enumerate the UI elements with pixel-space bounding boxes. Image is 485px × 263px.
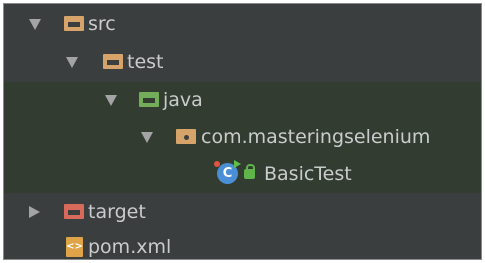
tree-node-pom[interactable]: <> pom.xml	[4, 229, 481, 259]
run-badge-icon	[234, 160, 241, 168]
folder-icon	[64, 16, 84, 31]
tree-node-label: java	[163, 89, 203, 111]
excluded-folder-icon	[64, 204, 84, 219]
package-icon	[176, 129, 196, 144]
project-tree: src test java com.masteringselenium C Ba…	[3, 3, 482, 260]
tree-node-package[interactable]: com.masteringselenium	[4, 119, 481, 156]
folder-icon	[103, 54, 123, 69]
chevron-down-icon[interactable]	[141, 132, 153, 143]
tree-node-label: pom.xml	[88, 236, 172, 258]
tree-node-test[interactable]: test	[4, 44, 481, 81]
xml-file-icon: <>	[66, 237, 83, 257]
java-class-icon: C	[214, 160, 241, 184]
tree-node-class[interactable]: C BasicTest	[4, 156, 481, 193]
tree-node-label: src	[88, 13, 116, 35]
test-badge-icon	[214, 161, 220, 167]
chevron-down-icon[interactable]	[29, 19, 41, 30]
class-icon-glyph: C	[222, 166, 233, 181]
lock-icon	[244, 164, 255, 179]
tree-node-label: com.masteringselenium	[201, 126, 431, 148]
test-folder-icon	[139, 92, 159, 107]
chevron-down-icon[interactable]	[105, 95, 117, 106]
chevron-right-icon[interactable]	[29, 206, 40, 218]
chevron-down-icon[interactable]	[66, 57, 78, 68]
tree-node-src[interactable]: src	[4, 6, 481, 43]
tree-node-java[interactable]: java	[4, 82, 481, 119]
tree-node-label: BasicTest	[264, 163, 352, 185]
tree-node-target[interactable]: target	[4, 194, 481, 231]
tree-node-label: target	[88, 201, 146, 223]
tree-node-label: test	[127, 51, 164, 73]
